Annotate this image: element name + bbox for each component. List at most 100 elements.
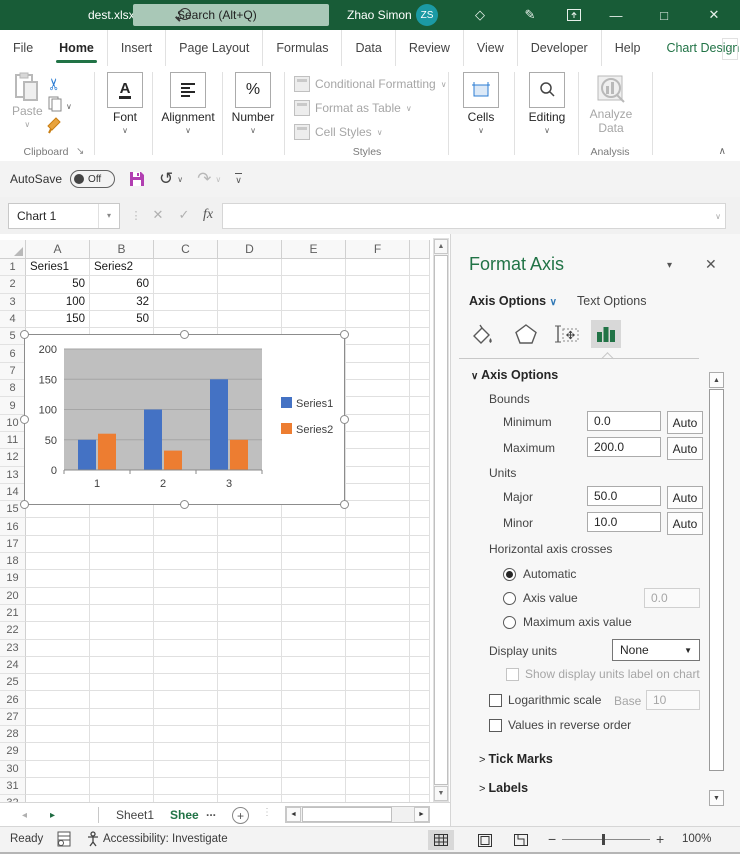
cell-C18[interactable] (154, 553, 218, 570)
sheet-tab-sheet1[interactable]: Sheet1 (104, 803, 166, 826)
cell-partial[interactable] (410, 726, 430, 743)
new-sheet-button[interactable]: + (232, 807, 249, 824)
cell-C30[interactable] (154, 761, 218, 778)
cell-partial[interactable] (410, 328, 430, 345)
cell-F23[interactable] (346, 640, 410, 657)
axis-options-chart-icon[interactable] (591, 320, 621, 348)
cell-partial[interactable] (410, 691, 430, 708)
cell-A19[interactable] (26, 570, 90, 587)
cell-D1[interactable] (218, 259, 282, 276)
cell-C23[interactable] (154, 640, 218, 657)
page-layout-view-icon[interactable] (472, 830, 498, 850)
insert-function-icon[interactable]: fx (196, 203, 220, 227)
cell-F26[interactable] (346, 691, 410, 708)
cell-partial[interactable] (410, 743, 430, 760)
cell-partial[interactable] (410, 276, 430, 293)
cell-partial[interactable] (410, 536, 430, 553)
ribbon-tab-insert[interactable]: Insert (107, 30, 165, 66)
maximum-auto-button[interactable]: Auto (667, 437, 703, 460)
cell-A29[interactable] (26, 743, 90, 760)
cell-partial[interactable] (410, 345, 430, 362)
cell-F19[interactable] (346, 570, 410, 587)
cell-A23[interactable] (26, 640, 90, 657)
row-header-29[interactable]: 29 (0, 743, 26, 760)
cell-E32[interactable] (282, 795, 346, 802)
chart-resize-handle[interactable] (20, 500, 29, 509)
ribbon-tab-developer[interactable]: Developer (517, 30, 601, 66)
cell-C21[interactable] (154, 605, 218, 622)
row-header-23[interactable]: 23 (0, 640, 26, 657)
cell-E21[interactable] (282, 605, 346, 622)
cell-D22[interactable] (218, 622, 282, 639)
cell-partial[interactable] (410, 259, 430, 276)
cell-A24[interactable] (26, 657, 90, 674)
sheet-tab-active[interactable]: Shee (158, 803, 211, 828)
cell-F24[interactable] (346, 657, 410, 674)
cell-D18[interactable] (218, 553, 282, 570)
cell-A2[interactable]: 50 (26, 276, 90, 293)
tab-text-options[interactable]: Text Options (577, 294, 646, 308)
cell-E4[interactable] (282, 311, 346, 328)
minimum-auto-button[interactable]: Auto (667, 411, 703, 434)
cell-partial[interactable] (410, 501, 430, 518)
row-header-16[interactable]: 16 (0, 518, 26, 535)
paste-button[interactable]: Paste ∨ (12, 72, 43, 129)
cell-D19[interactable] (218, 570, 282, 587)
row-header-21[interactable]: 21 (0, 605, 26, 622)
cell-B21[interactable] (90, 605, 154, 622)
column-header-E[interactable]: E (282, 240, 346, 259)
cell-D3[interactable] (218, 294, 282, 311)
reverse-order-checkbox[interactable] (489, 719, 502, 732)
cell-partial[interactable] (410, 795, 430, 802)
cells-group-button[interactable]: Cells ∨ (458, 72, 504, 135)
sheet-nav-right-icon[interactable]: ▸ (50, 803, 55, 827)
chart-resize-handle[interactable] (20, 415, 29, 424)
pane-scroll-thumb[interactable] (709, 389, 724, 771)
pane-options-chevron[interactable]: ▾ (667, 260, 672, 271)
accessibility-status[interactable]: Accessibility: Investigate (103, 833, 228, 845)
cell-A4[interactable]: 150 (26, 311, 90, 328)
column-header-D[interactable]: D (218, 240, 282, 259)
embedded-chart[interactable]: 123050100150200Series1Series2 (24, 334, 345, 505)
zoom-slider-track[interactable] (562, 839, 650, 840)
cell-B1[interactable]: Series2 (90, 259, 154, 276)
section-labels[interactable]: > Labels (479, 781, 528, 795)
row-header-11[interactable]: 11 (0, 432, 26, 449)
cell-F2[interactable] (346, 276, 410, 293)
cell-D28[interactable] (218, 726, 282, 743)
cell-B25[interactable] (90, 674, 154, 691)
cell-D21[interactable] (218, 605, 282, 622)
cell-B17[interactable] (90, 536, 154, 553)
cell-D25[interactable] (218, 674, 282, 691)
row-header-2[interactable]: 2 (0, 276, 26, 293)
zoom-out-button[interactable]: − (548, 831, 556, 847)
cell-partial[interactable] (410, 588, 430, 605)
minimum-input[interactable] (587, 411, 661, 431)
cell-E17[interactable] (282, 536, 346, 553)
analyze-data-button[interactable]: AnalyzeData (586, 72, 636, 136)
column-header-C[interactable]: C (154, 240, 218, 259)
cell-D16[interactable] (218, 518, 282, 535)
row-header-20[interactable]: 20 (0, 588, 26, 605)
row-header-7[interactable]: 7 (0, 363, 26, 380)
row-header-12[interactable]: 12 (0, 449, 26, 466)
row-header-1[interactable]: 1 (0, 259, 26, 276)
row-header-13[interactable]: 13 (0, 467, 26, 484)
redo-dropdown-chevron[interactable]: ∨ (215, 175, 221, 184)
collapse-ribbon-icon[interactable]: ∧ (719, 146, 726, 157)
maximum-input[interactable] (587, 437, 661, 457)
ribbon-tab-home[interactable]: Home (46, 30, 107, 66)
cell-F18[interactable] (346, 553, 410, 570)
vertical-scroll-thumb[interactable] (434, 255, 448, 785)
scroll-right-arrow[interactable]: ► (414, 807, 429, 822)
cell-partial[interactable] (410, 311, 430, 328)
chart-resize-handle[interactable] (180, 330, 189, 339)
chart-resize-handle[interactable] (340, 330, 349, 339)
maximize-button[interactable]: □ (650, 0, 678, 30)
cell-partial[interactable] (410, 657, 430, 674)
zoom-in-button[interactable]: + (656, 831, 664, 847)
draw-pen-icon[interactable]: ✎ (516, 0, 544, 30)
cell-A26[interactable] (26, 691, 90, 708)
scroll-left-arrow[interactable]: ◄ (286, 807, 301, 822)
major-auto-button[interactable]: Auto (667, 486, 703, 509)
